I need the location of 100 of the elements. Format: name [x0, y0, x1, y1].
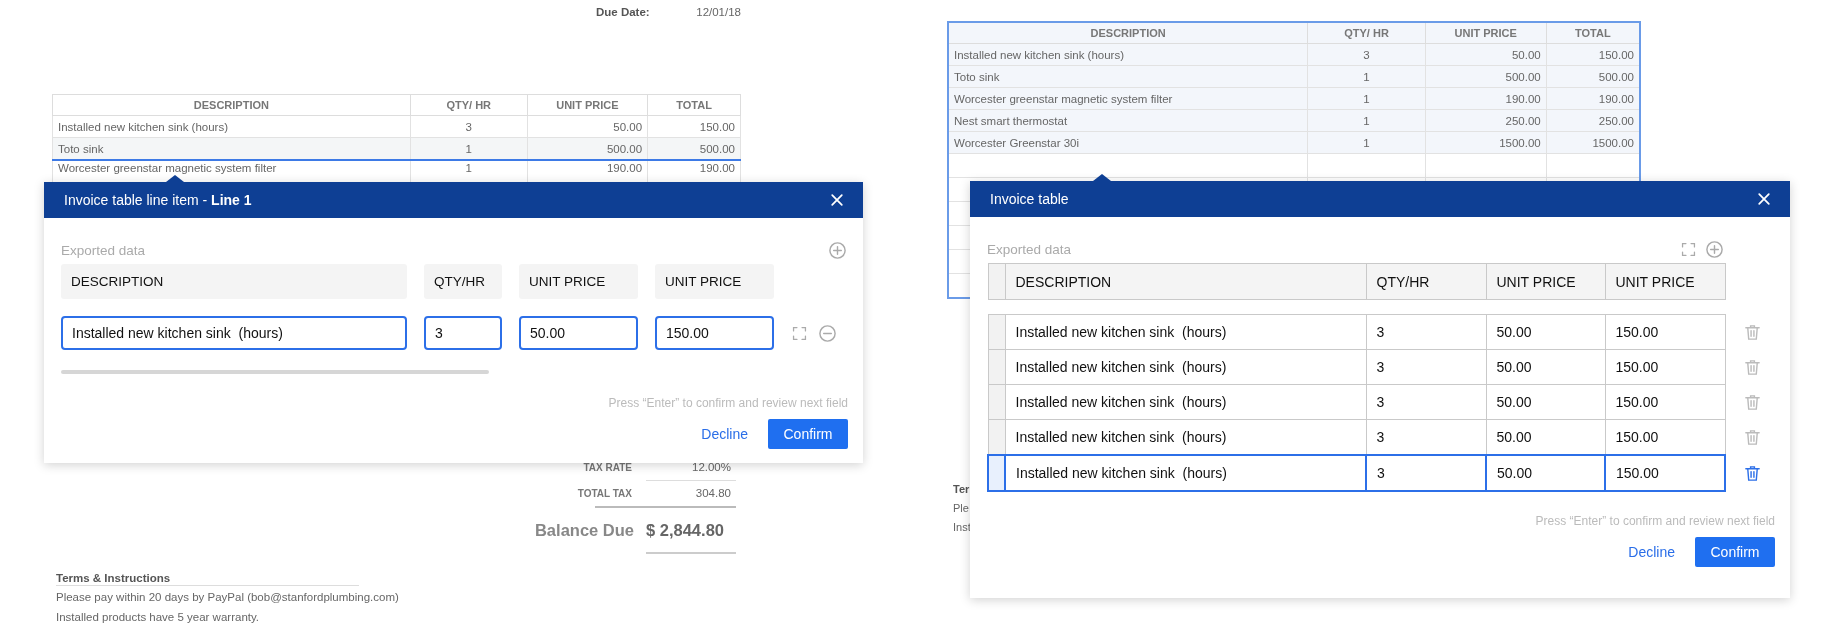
table-cell[interactable]: 3 — [1366, 419, 1486, 455]
invoice-table[interactable]: DESCRIPTION QTY/ HR UNIT PRICE TOTAL Installed new kitchen sink (hours) 3 50.00 150.00 Toto sink 1 500.00 500.00 Worcester greenstar magnetic system filter 1 190.00 190.00 — [52, 94, 741, 184]
table-cell: 150.00 — [647, 115, 741, 138]
column-header: TOTAL — [647, 94, 741, 116]
table-row[interactable]: Installed new kitchen sink (hours) 3 50.00 150.00 — [988, 419, 1768, 455]
close-icon[interactable] — [1756, 191, 1772, 207]
table-row[interactable]: Installed new kitchen sink (hours) 3 50.00 150.00 — [988, 384, 1768, 420]
table-cell: Installed new kitchen sink (hours) — [52, 115, 411, 138]
table-cell[interactable]: Installed new kitchen sink (hours) — [1005, 455, 1366, 491]
confirm-button[interactable]: Confirm — [768, 419, 848, 449]
table-row[interactable]: Installed new kitchen sink (hours) 3 50.00 150.00 — [988, 455, 1768, 491]
table-cell[interactable]: 3 — [1366, 314, 1486, 350]
total-label: TAX RATE — [582, 461, 633, 475]
section-label: Exported data — [61, 242, 146, 258]
table-cell[interactable]: 150.00 — [1605, 455, 1725, 491]
table-row[interactable]: Worcester Greenstar 30i 1 1500.00 1500.00 — [948, 131, 1640, 154]
trash-icon[interactable] — [1743, 463, 1762, 483]
column-header: UNIT PRICE — [519, 264, 638, 299]
table-cell[interactable]: 50.00 — [1486, 419, 1605, 455]
column-header: QTY/ HR — [1307, 22, 1426, 44]
table-row[interactable]: Nest smart thermostat 1 250.00 250.00 — [948, 109, 1640, 132]
column-header: UNIT PRICE — [655, 264, 774, 299]
table-cell[interactable]: 3 — [1366, 384, 1486, 420]
trash-icon[interactable] — [1742, 322, 1762, 342]
table-cell[interactable]: 50.00 — [1486, 384, 1605, 420]
row-handle[interactable] — [988, 419, 1005, 455]
add-icon[interactable] — [1705, 239, 1724, 259]
table-row[interactable]: Installed new kitchen sink (hours) 3 50.00 150.00 — [948, 43, 1640, 66]
expand-icon[interactable] — [791, 324, 808, 342]
column-header: QTY/HR — [424, 264, 502, 299]
scrollbar[interactable] — [61, 370, 489, 374]
table-cell[interactable]: Installed new kitchen sink (hours) — [1005, 419, 1366, 455]
table-cell: Toto sink — [948, 65, 1308, 88]
due-date-value: 12/01/18 — [695, 6, 741, 18]
table-cell[interactable]: 50.00 — [1486, 349, 1605, 385]
input-field[interactable]: 50.00 — [519, 316, 638, 350]
terms-text: Please pay within 20 days by PayPal (bob@stanfordplumbing.com) — [56, 591, 400, 605]
column-header: DESCRIPTION — [61, 264, 407, 299]
table-cell[interactable]: 3 — [1366, 349, 1486, 385]
column-header: DESCRIPTION — [1005, 263, 1366, 300]
popup-title: Invoice table line item - Line 1 — [63, 192, 252, 208]
trash-icon[interactable] — [1742, 357, 1762, 377]
table-row[interactable]: Installed new kitchen sink (hours) 3 50.00 150.00 — [52, 115, 741, 138]
trash-icon[interactable] — [1742, 392, 1762, 412]
table-row[interactable]: Toto sink 1 500.00 500.00 — [52, 137, 741, 160]
terms-heading: Terms & Instructions — [56, 572, 359, 586]
table-cell[interactable]: 150.00 — [1605, 419, 1725, 455]
column-header: UNIT PRICE — [1605, 263, 1725, 300]
balance-due-value: $ 2,844.80 — [646, 508, 736, 554]
hint-text: Press “Enter” to confirm and review next field — [607, 396, 849, 410]
column-header: TOTAL — [1546, 22, 1640, 44]
table-cell: Toto sink — [52, 137, 411, 160]
row-handle — [988, 263, 1005, 300]
row-handle[interactable] — [988, 349, 1005, 385]
total-value: 304.80 — [694, 486, 732, 501]
table-row[interactable]: Toto sink 1 500.00 500.00 — [948, 65, 1640, 88]
column-header: UNIT PRICE — [527, 94, 648, 116]
table-cell[interactable]: 50.00 — [1486, 314, 1605, 350]
table-cell[interactable]: Installed new kitchen sink (hours) — [1005, 384, 1366, 420]
table-cell[interactable]: 150.00 — [1605, 349, 1725, 385]
close-icon[interactable] — [829, 192, 845, 208]
table-cell: Nest smart thermostat — [948, 109, 1308, 132]
table-cell: Installed new kitchen sink (hours) — [948, 43, 1308, 66]
table-cell: 500.00 — [527, 137, 648, 160]
input-field[interactable]: 3 — [424, 316, 502, 350]
balance-due-label: Balance Due — [534, 520, 635, 541]
remove-icon[interactable] — [818, 323, 837, 343]
table-cell[interactable]: Installed new kitchen sink (hours) — [1005, 314, 1366, 350]
table-cell[interactable]: Installed new kitchen sink (hours) — [1005, 349, 1366, 385]
table-cell[interactable]: 50.00 — [1486, 455, 1605, 491]
add-icon[interactable] — [828, 240, 847, 260]
confirm-button[interactable]: Confirm — [1695, 537, 1775, 567]
input-field[interactable]: Installed new kitchen sink (hours) — [61, 316, 407, 350]
hint-text: Press “Enter” to confirm and review next field — [1534, 514, 1776, 528]
table-cell[interactable]: 150.00 — [1605, 314, 1725, 350]
table-cell[interactable]: 150.00 — [1605, 384, 1725, 420]
section-label: Exported data — [987, 241, 1072, 257]
table-cell: 3 — [410, 115, 528, 138]
terms-text: Installed products have 5 year warranty. — [56, 611, 261, 625]
column-header: UNIT PRICE — [1425, 22, 1547, 44]
expand-icon[interactable] — [1680, 240, 1697, 258]
trash-icon[interactable] — [1742, 427, 1762, 447]
column-header: QTY/HR — [1366, 263, 1486, 300]
table-cell: Worcester greenstar magnetic system filter — [948, 87, 1308, 110]
row-handle[interactable] — [988, 314, 1005, 350]
column-header: UNIT PRICE — [1486, 263, 1605, 300]
terms-text: Ter — [953, 483, 970, 497]
table-row[interactable]: Installed new kitchen sink (hours) 3 50.00 150.00 — [988, 314, 1768, 350]
column-header: DESCRIPTION — [52, 94, 411, 116]
decline-button[interactable]: Decline — [1628, 537, 1675, 567]
table-cell[interactable]: 3 — [1366, 455, 1486, 491]
decline-button[interactable]: Decline — [701, 419, 748, 449]
column-header: DESCRIPTION — [948, 22, 1308, 44]
table-row[interactable]: Worcester greenstar magnetic system filter 1 190.00 190.00 — [948, 87, 1640, 110]
table-cell: 50.00 — [527, 115, 648, 138]
row-handle[interactable] — [988, 455, 1005, 491]
terms-text: Inst — [953, 521, 971, 535]
row-handle[interactable] — [988, 384, 1005, 420]
table-row[interactable]: Installed new kitchen sink (hours) 3 50.00 150.00 — [988, 349, 1768, 385]
input-field[interactable]: 150.00 — [655, 316, 774, 350]
